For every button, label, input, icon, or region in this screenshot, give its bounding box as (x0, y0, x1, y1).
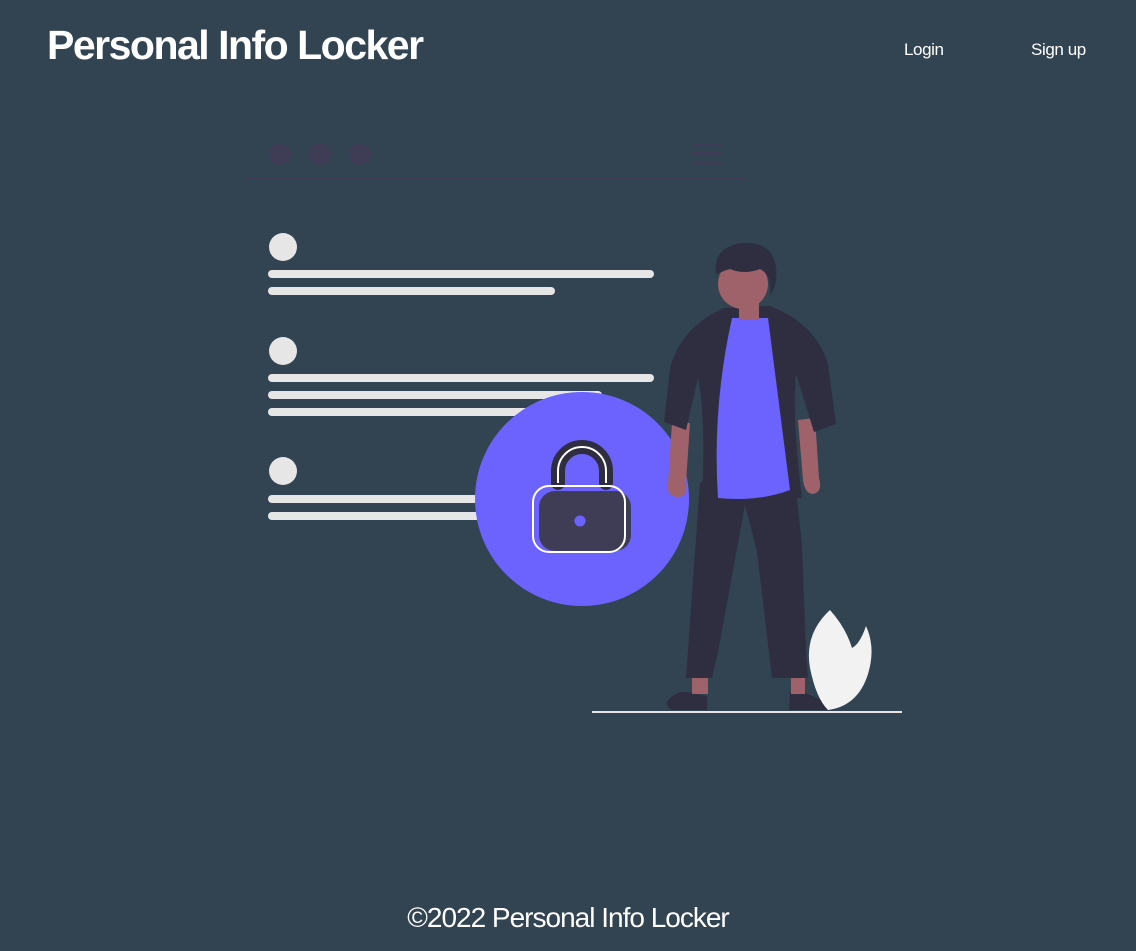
lock-illustration-svg (245, 143, 902, 713)
main-nav: Login Sign up (876, 40, 1136, 66)
login-link[interactable]: Login (904, 40, 944, 60)
window-dot-1 (269, 143, 291, 165)
ground-line (592, 711, 902, 713)
plant-icon (808, 610, 872, 710)
placeholder-avatar-2 (269, 337, 297, 365)
signup-link[interactable]: Sign up (1031, 40, 1086, 60)
placeholder-line (268, 512, 498, 520)
lock-badge (475, 392, 689, 606)
window-divider (245, 177, 747, 179)
placeholder-line (268, 270, 654, 278)
hamburger-menu-icon (692, 143, 722, 165)
placeholder-avatar-3 (269, 457, 297, 485)
placeholder-line (268, 287, 555, 295)
brand-title[interactable]: Personal Info Locker (47, 22, 424, 69)
person-figure (664, 242, 836, 710)
placeholder-line (268, 374, 654, 382)
site-footer: ©2022 Personal Info Locker (0, 902, 1136, 934)
window-dot-2 (309, 143, 331, 165)
placeholder-avatar-1 (269, 233, 297, 261)
page: Personal Info Locker Login Sign up ©2022… (0, 0, 1136, 951)
browser-window-frame (245, 143, 747, 179)
copyright-text: ©2022 Personal Info Locker (407, 902, 730, 933)
window-dot-3 (349, 143, 371, 165)
placeholder-line (268, 408, 548, 416)
hero-illustration (240, 130, 910, 720)
